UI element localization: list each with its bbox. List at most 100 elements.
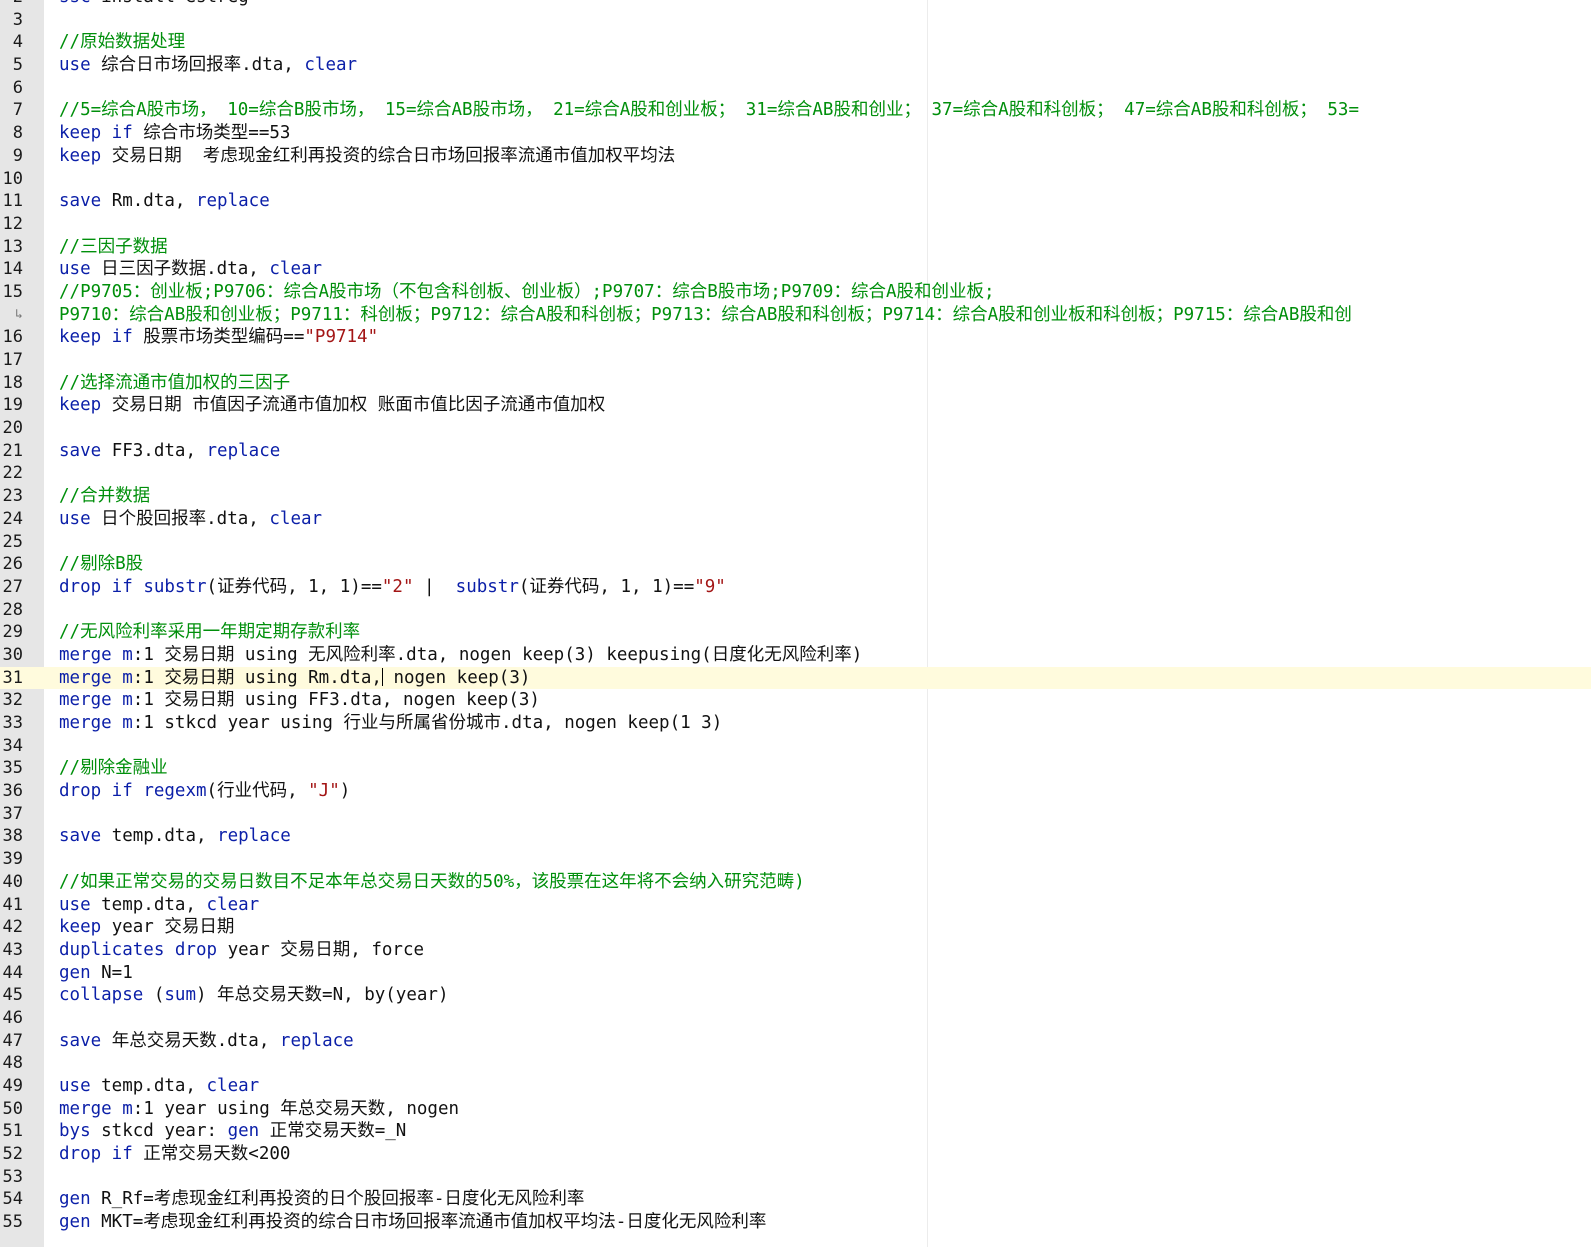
code-line[interactable]: 13 //三因子数据 — [0, 236, 1591, 259]
comment-token: //原始数据处理 — [59, 32, 186, 53]
code-line[interactable]: 32 merge m:1 交易日期 using FF3.dta, nogen ke… — [0, 689, 1591, 712]
code-line[interactable]: 6 — [0, 77, 1591, 100]
code-line[interactable]: 47 save 年总交易天数.dta, replace — [0, 1030, 1591, 1053]
string-token: "P9714" — [304, 327, 379, 348]
comment-token: P9710：综合AB股和创业板；P9711：科创板；P9712：综合A股和科创板… — [59, 304, 1352, 325]
code-line[interactable]: 55 gen MKT=考虑现金红利再投资的综合日市场回报率流通市值加权平均法-日度… — [0, 1211, 1591, 1234]
text-token: 正常交易天数<200 — [132, 1144, 291, 1165]
code-line[interactable]: 16 keep if 股票市场类型编码=="P9714" — [0, 326, 1591, 349]
code-line[interactable]: 15 //P9705：创业板;P9706：综合A股市场（不包含科创板、创业板）;P… — [0, 281, 1591, 304]
code-line[interactable]: 22 — [0, 462, 1591, 485]
code-line[interactable]: 3 — [0, 9, 1591, 32]
line-number: 30 — [2, 644, 23, 665]
code-line[interactable]: 25 — [0, 531, 1591, 554]
line-number: 11 — [2, 191, 23, 212]
code-line[interactable]: 49 use temp.dta, clear — [0, 1075, 1591, 1098]
keyword-token: substr — [455, 576, 519, 597]
code-line[interactable]: 12 — [0, 213, 1591, 236]
code-line[interactable]: 20 — [0, 417, 1591, 440]
code-line[interactable]: 24 use 日个股回报率.dta, clear — [0, 508, 1591, 531]
code-line[interactable]: 34 — [0, 735, 1591, 758]
keyword-token: duplicates drop — [59, 939, 218, 960]
text-token: stkcd year: — [90, 1121, 228, 1142]
code-line[interactable]: 42 keep year 交易日期 — [0, 916, 1591, 939]
code-line[interactable]: 48 — [0, 1052, 1591, 1075]
line-number: 39 — [2, 849, 23, 870]
code-line[interactable]: 29 //无风险利率采用一年期定期存款利率 — [0, 621, 1591, 644]
keyword-token: replace — [206, 440, 281, 461]
code-line[interactable]: 37 — [0, 803, 1591, 826]
line-code: collapse (sum) 年总交易天数=N, by(year) — [59, 984, 449, 1007]
code-line[interactable]: 30 merge m:1 交易日期 using 无风险利率.dta, nogen … — [0, 644, 1591, 667]
code-line[interactable]: ↳ P9710：综合AB股和创业板；P9711：科创板；P9712：综合A股和科创… — [0, 304, 1591, 327]
code-line[interactable]: 33 merge m:1 stkcd year using 行业与所属省份城市.d… — [0, 712, 1591, 735]
line-number: 33 — [2, 713, 23, 733]
line-number: 2 — [0, 0, 23, 9]
code-line[interactable]: 18 //选择流通市值加权的三因子 — [0, 372, 1591, 395]
code-line[interactable]: 7 //5=综合A股市场， 10=综合B股市场， 15=综合AB股市场， 21=综… — [0, 99, 1591, 122]
comment-token: //剔除B股 — [59, 554, 144, 575]
keyword-token: merge — [59, 644, 112, 665]
code-line[interactable]: 5 use 综合日市场回报率.dta, clear — [0, 54, 1591, 77]
keyword-token: ssc — [59, 0, 91, 7]
code-line[interactable]: 8 keep if 综合市场类型==53 — [0, 122, 1591, 145]
keyword-token: clear — [206, 1076, 260, 1096]
code-line[interactable]: 14 use 日三因子数据.dta, clear — [0, 258, 1591, 281]
keyword-token: merge — [59, 1098, 112, 1119]
code-line[interactable]: 40 //如果正常交易的交易日数目不足本年总交易日天数的50%，该股票在这年将不会… — [0, 871, 1591, 894]
keyword-token: save — [59, 191, 102, 212]
line-number: 12 — [2, 213, 23, 234]
code-line[interactable]: 44 gen N=1 — [0, 962, 1591, 985]
code-line[interactable]: 46 — [0, 1007, 1591, 1030]
line-number: 7 — [12, 100, 23, 121]
keyword-token: clear — [304, 55, 358, 76]
line-number: 13 — [2, 236, 23, 257]
comment-token: //合并数据 — [59, 486, 151, 507]
code-editor[interactable]: 2 ssc install estreg 34 //原始数据处理 5 use 综合日市场回… — [0, 0, 1591, 1247]
code-line[interactable]: 53 — [0, 1166, 1591, 1189]
code-line[interactable]: 2 ssc install estreg — [0, 0, 1591, 9]
text-token: Rm.dta, — [101, 191, 196, 212]
line-number: 46 — [2, 1007, 23, 1028]
keyword-token: save — [59, 440, 102, 461]
code-line[interactable]: 50 merge m:1 year using 年总交易天数, nogen — [0, 1098, 1591, 1121]
code-line[interactable]: 10 — [0, 168, 1591, 191]
code-line[interactable]: 36 drop if regexm(行业代码, "J") — [0, 780, 1591, 803]
code-line[interactable]: 31 merge m:1 交易日期 using Rm.dta, nogen kee… — [0, 666, 1591, 690]
line-number: 36 — [2, 781, 23, 802]
code-line[interactable]: 54 gen R_Rf=考虑现金红利再投资的日个股回报率-日度化无风险利率 — [0, 1188, 1591, 1211]
keyword-token: m — [122, 713, 133, 733]
code-line[interactable]: 45 collapse (sum) 年总交易天数=N, by(year) — [0, 984, 1591, 1007]
line-code: keep year 交易日期 — [59, 916, 234, 939]
code-line[interactable]: 51 bys stkcd year: gen 正常交易天数=_N — [0, 1120, 1591, 1143]
keyword-token: keep if — [59, 123, 133, 144]
line-number: 48 — [2, 1053, 23, 1074]
code-line[interactable]: 39 — [0, 848, 1591, 871]
code-line[interactable]: 9 keep 交易日期 考虑现金红利再投资的综合日市场回报率流通市值加权平均法 — [0, 145, 1591, 168]
code-line[interactable]: 17 — [0, 349, 1591, 372]
code-line[interactable]: 21 save FF3.dta, replace — [0, 440, 1591, 463]
code-line[interactable]: 43 duplicates drop year 交易日期, force — [0, 939, 1591, 962]
code-line[interactable]: 41 use temp.dta, clear — [0, 894, 1591, 917]
keyword-token: m — [122, 1098, 133, 1119]
line-code: //如果正常交易的交易日数目不足本年总交易日天数的50%，该股票在这年将不会纳入… — [59, 871, 805, 894]
code-line[interactable]: 11 save Rm.dta, replace — [0, 190, 1591, 213]
code-line[interactable]: 4 //原始数据处理 — [0, 31, 1591, 54]
line-number: 23 — [2, 486, 23, 507]
text-token: 交易日期 考虑现金红利再投资的综合日市场回报率流通市值加权平均法 — [101, 145, 676, 166]
code-line[interactable]: 52 drop if 正常交易天数<200 — [0, 1143, 1591, 1166]
line-number: 38 — [2, 826, 23, 847]
text-token: 年总交易天数.dta, — [101, 1030, 280, 1051]
code-line[interactable]: 38 save temp.dta, replace — [0, 825, 1591, 848]
code-line[interactable]: 19 keep 交易日期 市值因子流通市值加权 账面市值比因子流通市值加权 — [0, 394, 1591, 417]
line-number: 45 — [2, 985, 23, 1006]
code-line[interactable]: 23 //合并数据 — [0, 485, 1591, 508]
line-code: //原始数据处理 — [59, 31, 185, 54]
line-number: 14 — [2, 259, 23, 280]
code-lines[interactable]: 2 ssc install estreg 34 //原始数据处理 5 use 综合日市场回… — [0, 0, 1591, 1234]
code-line[interactable]: 26 //剔除B股 — [0, 553, 1591, 576]
code-line[interactable]: 27 drop if substr(证券代码, 1, 1)=="2" | subs… — [0, 576, 1591, 599]
line-code: duplicates drop year 交易日期, force — [59, 939, 424, 962]
code-line[interactable]: 28 — [0, 599, 1591, 622]
code-line[interactable]: 35 //剔除金融业 — [0, 757, 1591, 780]
